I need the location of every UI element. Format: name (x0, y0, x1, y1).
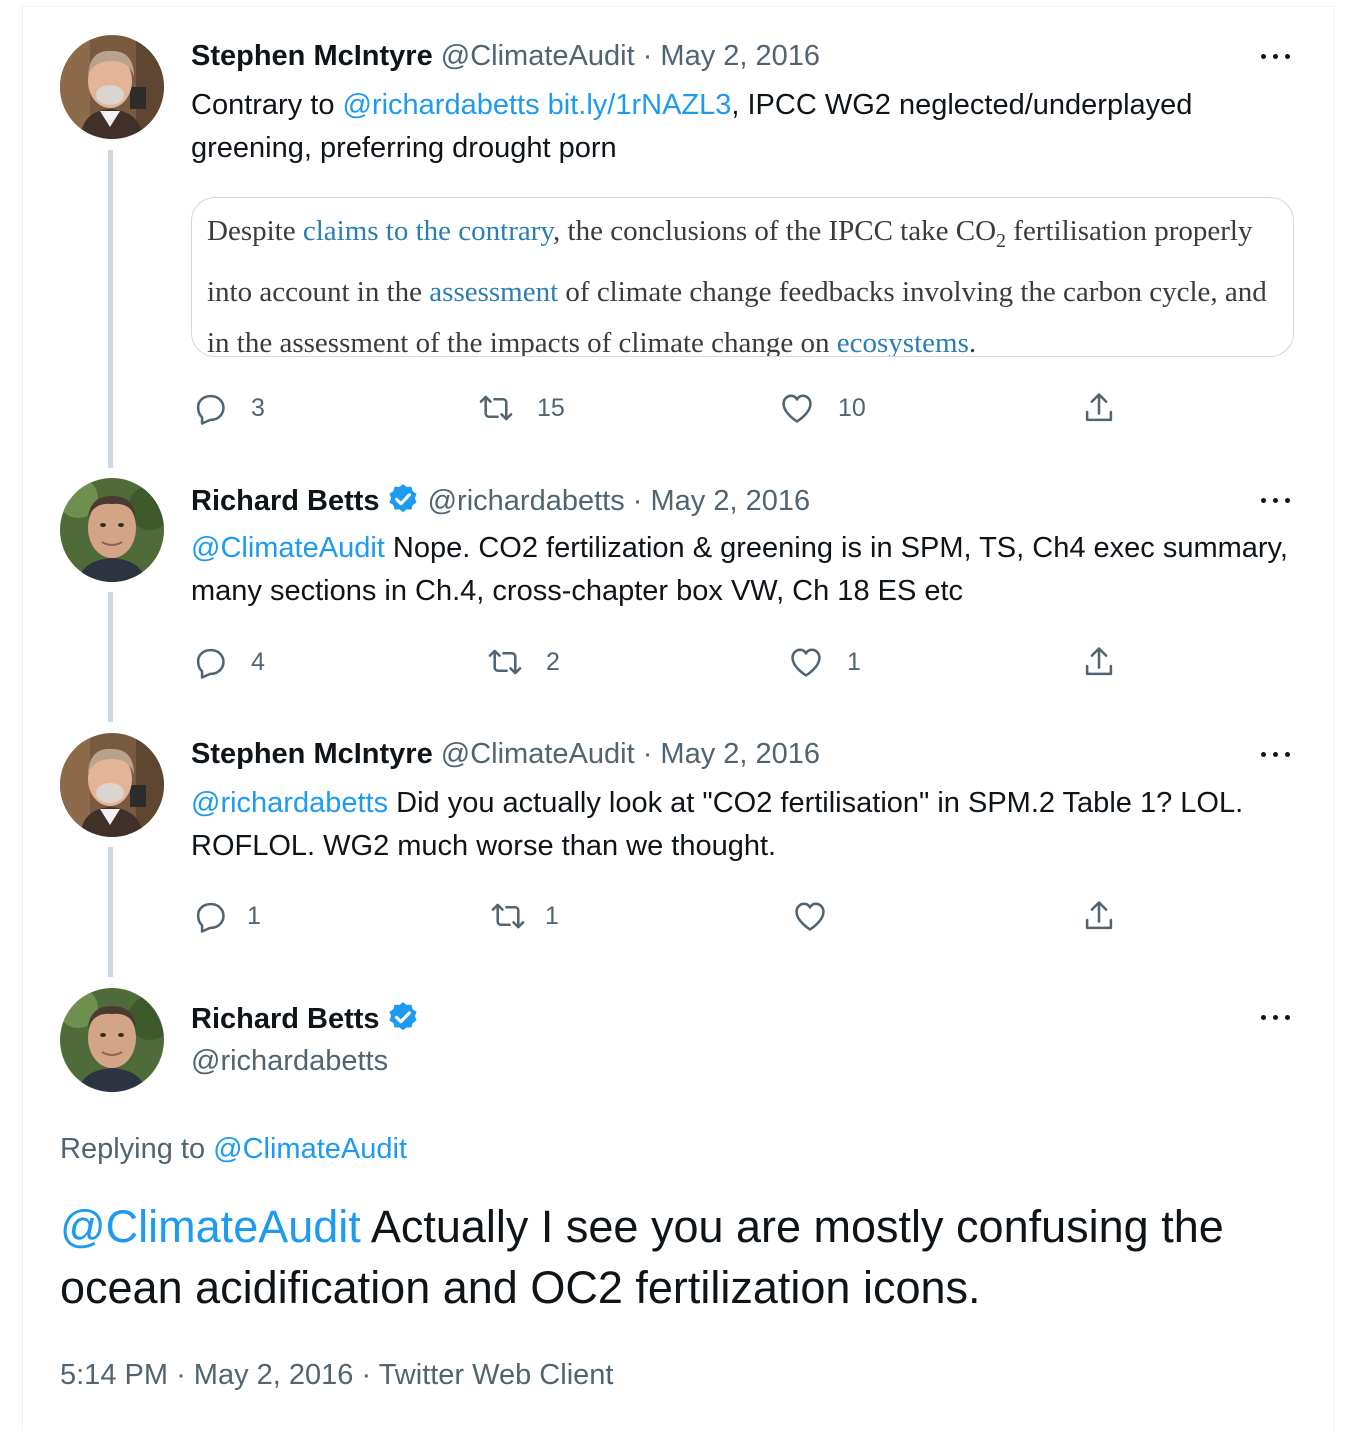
retweet-button[interactable]: 1 (489, 896, 559, 936)
user-handle[interactable]: @ClimateAudit (441, 738, 635, 770)
reply-icon (196, 394, 225, 425)
like-icon (782, 394, 812, 423)
tweet-client[interactable]: Twitter Web Client (379, 1359, 614, 1391)
user-handle[interactable]: @richardabetts (191, 1045, 388, 1077)
retweet-count: 2 (546, 647, 560, 676)
tweet-header: Stephen McIntyre @ClimateAudit · May 2, … (191, 38, 820, 74)
retweet-icon (491, 903, 525, 929)
avatar[interactable] (60, 478, 164, 582)
tweet-text-part: Contrary to (191, 89, 343, 121)
quote-link: assessment (429, 275, 559, 308)
avatar[interactable] (60, 35, 164, 139)
quote-link: claims to the contrary (302, 215, 554, 247)
separator: · (642, 738, 653, 770)
thread-line (108, 592, 113, 722)
reply-count: 1 (247, 901, 261, 930)
thread-line (108, 150, 113, 468)
quote-subscript: 2 (996, 229, 1007, 252)
quote-text-part: Despite (207, 215, 303, 247)
main-tweet-text: @ClimateAudit Actually I see you are mos… (60, 1196, 1310, 1318)
separator: · (632, 485, 643, 517)
tweet-actions: 4 2 1 (191, 642, 1131, 682)
thread-line (108, 847, 113, 977)
tweet-date[interactable]: May 2, 2016 (660, 40, 820, 72)
display-name[interactable]: Richard Betts (191, 1003, 380, 1035)
reply-button[interactable]: 4 (191, 642, 265, 682)
share-button[interactable] (1080, 896, 1118, 936)
retweet-button[interactable]: 2 (486, 642, 560, 682)
retweet-count: 15 (537, 393, 565, 422)
tweet-time[interactable]: 5:14 PM (60, 1359, 168, 1391)
more-icon[interactable] (1258, 745, 1294, 765)
retweet-button[interactable]: 15 (477, 388, 565, 428)
reply-count: 3 (251, 393, 265, 422)
replying-to-link[interactable]: @ClimateAudit (213, 1133, 407, 1165)
verified-badge-icon (388, 484, 417, 513)
share-button[interactable] (1080, 642, 1118, 682)
reply-icon (196, 902, 225, 933)
user-handle[interactable]: @ClimateAudit (441, 40, 635, 72)
mention-link[interactable]: @richardabetts (343, 89, 540, 121)
quote-text-part: , the conclusions of the IPCC take CO (553, 215, 997, 247)
share-icon (1085, 901, 1113, 930)
replying-label: Replying to (60, 1133, 214, 1165)
separator: · (361, 1359, 372, 1391)
quoted-text: Despite claims to the contrary, the conc… (207, 206, 1287, 357)
tweet-text: @richardabetts Did you actually look at … (191, 782, 1301, 868)
like-count: 1 (847, 647, 861, 676)
display-name[interactable]: Stephen McIntyre (191, 738, 433, 770)
tweet-date[interactable]: May 2, 2016 (651, 485, 811, 517)
avatar[interactable] (60, 988, 164, 1092)
retweet-count: 1 (545, 901, 559, 930)
more-icon[interactable] (1258, 47, 1294, 67)
tweet-meta: 5:14 PM · May 2, 2016 · Twitter Web Clie… (60, 1357, 613, 1393)
more-icon[interactable] (1258, 491, 1294, 511)
mention-link[interactable]: @richardabetts (191, 787, 388, 819)
tweet-header: Stephen McIntyre @ClimateAudit · May 2, … (191, 736, 820, 772)
separator: · (176, 1359, 186, 1391)
separator: · (642, 40, 653, 72)
like-icon (791, 648, 821, 677)
avatar[interactable] (60, 733, 164, 837)
main-tweet-header: Richard Betts (191, 1000, 420, 1037)
share-button[interactable] (1080, 388, 1118, 428)
quote-link: ecosystems (836, 326, 969, 357)
replying-to: Replying to @ClimateAudit (60, 1131, 407, 1167)
tweet-text: Contrary to @richardabetts bit.ly/1rNAZL… (191, 84, 1301, 170)
main-handle-row: @richardabetts (191, 1043, 388, 1079)
reply-count: 4 (251, 647, 265, 676)
like-button[interactable] (791, 896, 829, 936)
reply-icon (196, 648, 225, 679)
display-name[interactable]: Stephen McIntyre (191, 40, 433, 72)
quote-text-part: . (968, 326, 977, 357)
url-link[interactable]: bit.ly/1rNAZL3 (548, 89, 732, 121)
tweet-actions: 1 1 (191, 896, 1131, 936)
tweet-date[interactable]: May 2, 2016 (660, 738, 820, 770)
like-button[interactable]: 10 (778, 388, 866, 428)
like-count: 10 (838, 393, 866, 422)
user-handle[interactable]: @richardabetts (428, 485, 625, 517)
tweet-header: Richard Betts @richardabetts · May 2, 20… (191, 482, 810, 519)
quoted-image[interactable]: Despite claims to the contrary, the conc… (191, 197, 1294, 357)
tweet-actions: 3 15 10 (191, 388, 1131, 428)
reply-button[interactable]: 3 (191, 388, 265, 428)
more-icon[interactable] (1258, 1008, 1294, 1028)
like-icon (795, 902, 825, 931)
tweet-text: @ClimateAudit Nope. CO2 fertilization & … (191, 527, 1301, 613)
mention-link[interactable]: @ClimateAudit (191, 532, 385, 564)
display-name[interactable]: Richard Betts (191, 485, 380, 517)
retweet-icon (488, 649, 522, 675)
share-icon (1085, 393, 1113, 422)
verified-badge-icon (388, 1002, 417, 1031)
tweet-date[interactable]: May 2, 2016 (194, 1359, 354, 1391)
reply-button[interactable]: 1 (191, 896, 261, 936)
retweet-icon (479, 395, 513, 421)
mention-link[interactable]: @ClimateAudit (60, 1201, 361, 1252)
share-icon (1085, 647, 1113, 676)
like-button[interactable]: 1 (787, 642, 861, 682)
